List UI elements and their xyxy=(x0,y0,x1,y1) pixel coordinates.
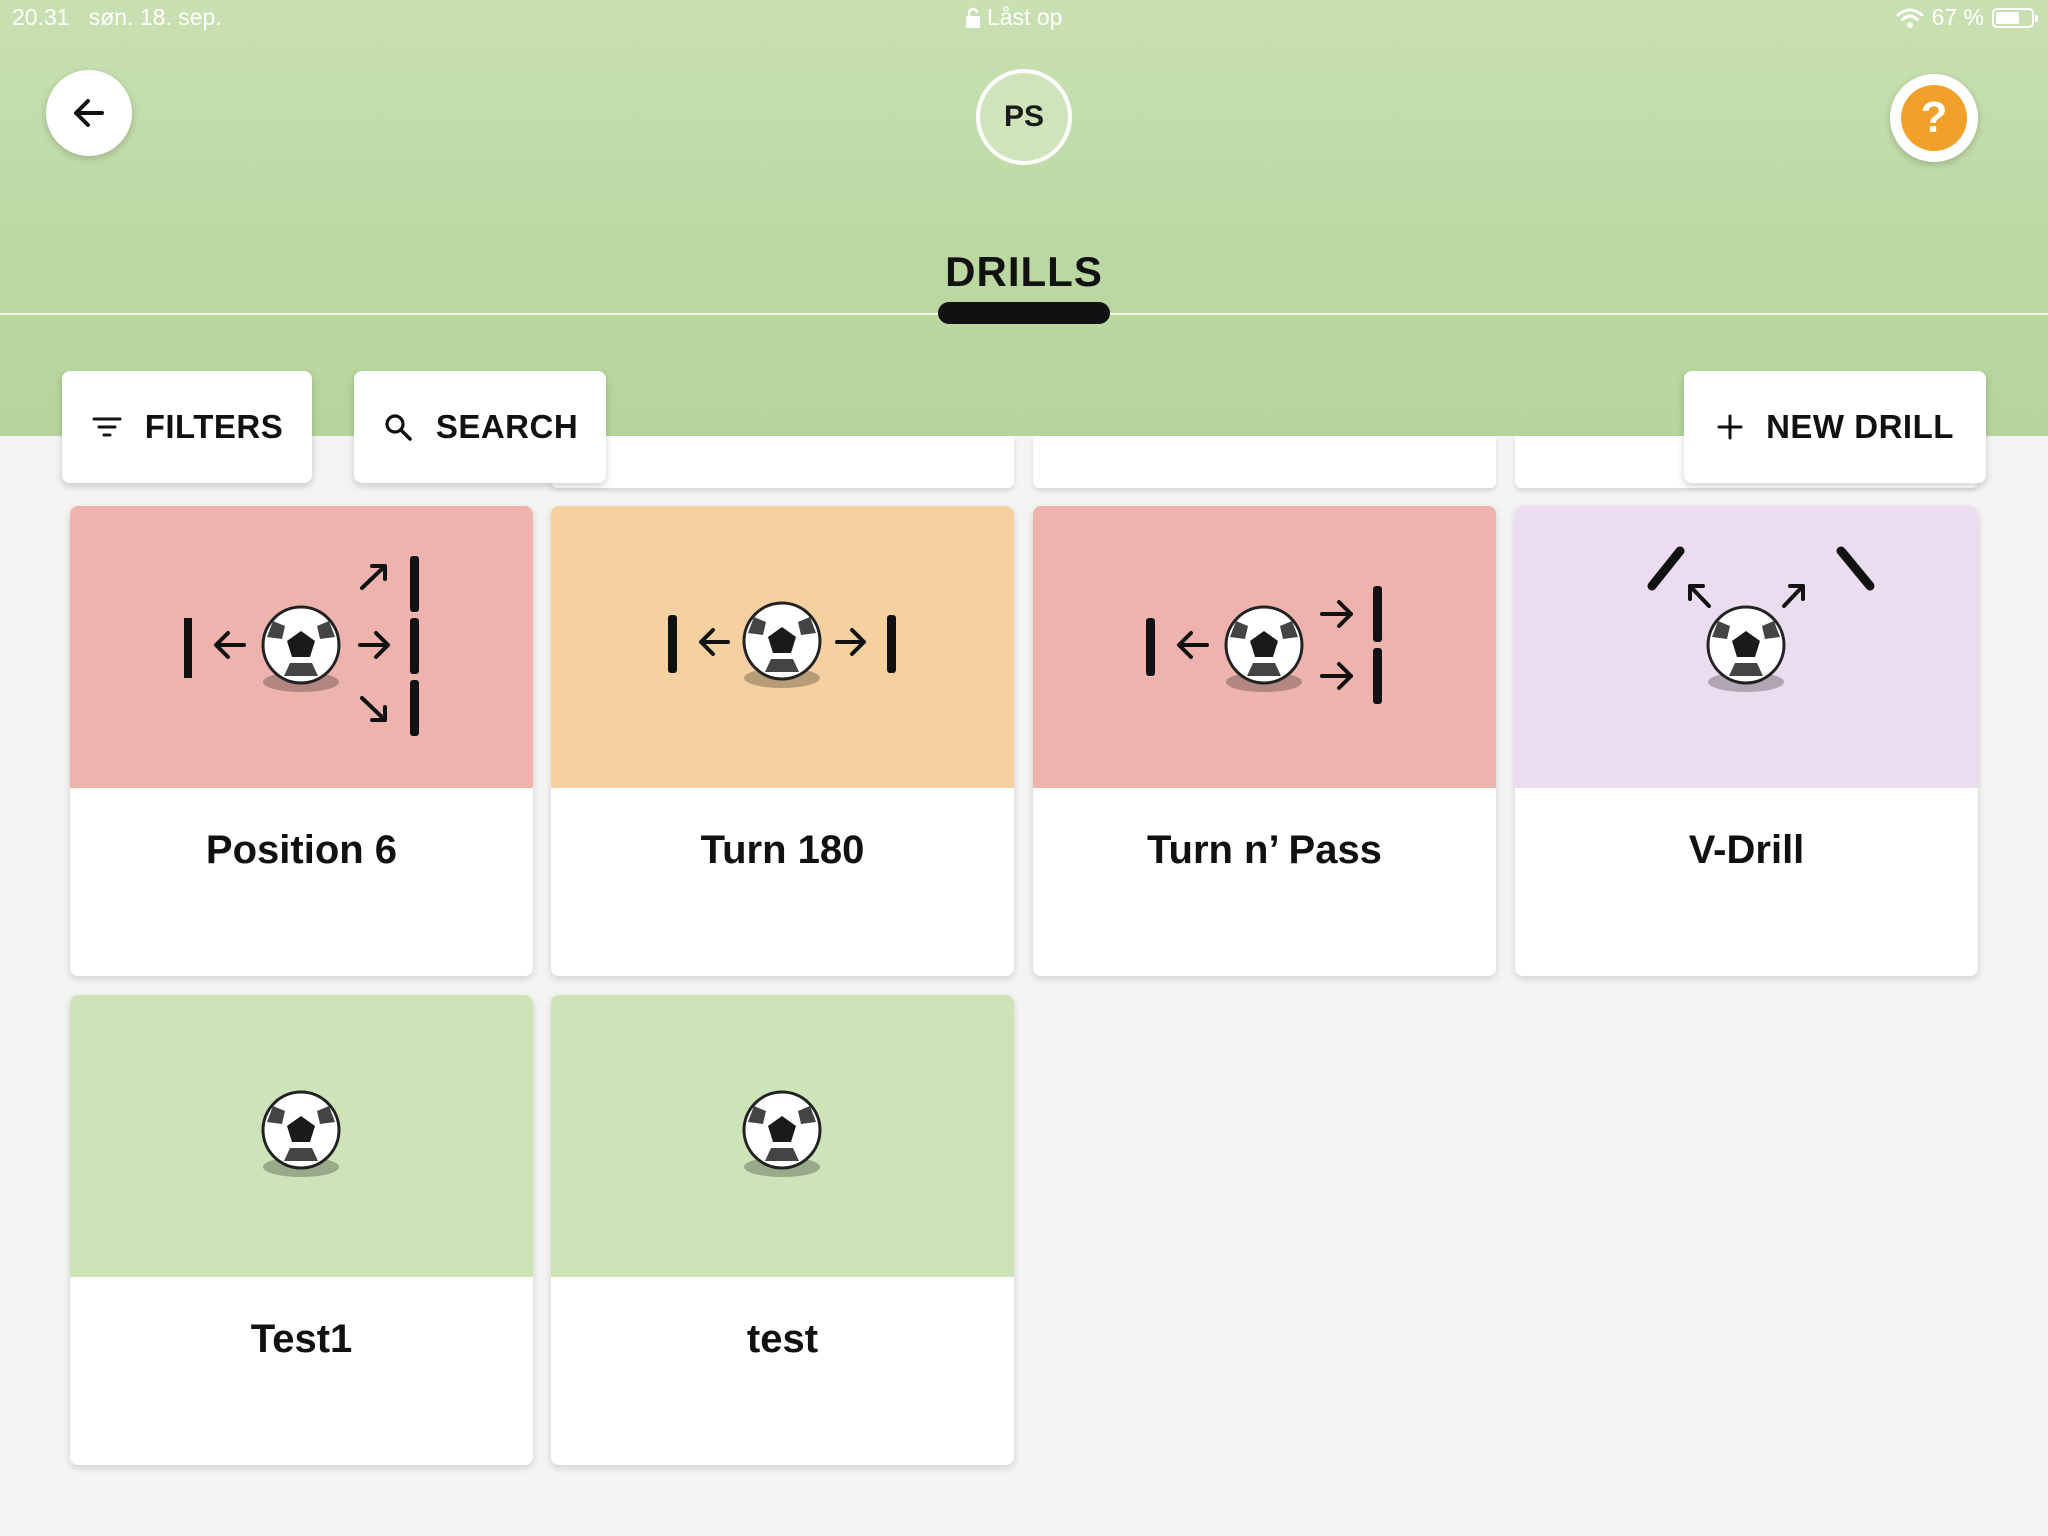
drill-title: Position 6 xyxy=(205,828,398,872)
tab-drills[interactable]: DRILLS xyxy=(0,248,2048,296)
search-button[interactable]: SEARCH xyxy=(354,371,606,483)
drill-diagram xyxy=(70,995,533,1277)
cone-bar xyxy=(410,618,419,674)
avatar-initials: PS xyxy=(1003,100,1045,133)
drill-diagram xyxy=(551,995,1014,1277)
soccer-ball-icon xyxy=(1224,605,1304,692)
filters-label: FILTERS xyxy=(144,408,284,445)
arrow-left-icon xyxy=(214,631,246,659)
drill-title: test xyxy=(746,1317,819,1361)
drill-title: Test1 xyxy=(250,1317,353,1361)
cone-bar xyxy=(668,615,677,673)
drill-card[interactable]: Test1 xyxy=(70,995,533,1465)
drill-card[interactable]: Turn n’ Pass xyxy=(1033,506,1496,976)
drill-card[interactable]: test xyxy=(551,995,1014,1465)
drill-card[interactable]: Turn 180 xyxy=(551,506,1014,976)
ball-only-diagram xyxy=(261,1090,341,1177)
drill-title: V-Drill xyxy=(1688,828,1805,872)
status-date: søn. 18. sep. xyxy=(88,4,222,30)
arrow-up-right-icon xyxy=(360,564,387,590)
status-time: 20.31 xyxy=(12,4,70,30)
status-lock: Låst op xyxy=(965,4,1062,31)
ball-only-diagram xyxy=(742,1090,822,1177)
turn-n-pass-diagram xyxy=(1146,586,1382,704)
drill-diagram xyxy=(551,506,1014,788)
back-button[interactable] xyxy=(46,70,132,156)
drill-diagram xyxy=(1033,506,1496,788)
search-label: SEARCH xyxy=(435,408,579,445)
drill-title: Turn 180 xyxy=(700,828,865,872)
drill-diagram xyxy=(1515,506,1978,788)
new-drill-label: NEW DRILL xyxy=(1766,408,1954,445)
new-drill-button[interactable]: NEW DRILL xyxy=(1684,371,1986,483)
cone-bar xyxy=(1836,546,1875,591)
help-icon: ? xyxy=(1901,85,1967,151)
soccer-ball-icon xyxy=(742,1090,822,1177)
plus-icon xyxy=(1717,414,1743,440)
lock-icon xyxy=(966,7,980,28)
soccer-ball-icon xyxy=(261,605,341,692)
soccer-ball-icon xyxy=(1706,605,1786,692)
cone-bar xyxy=(1373,586,1382,642)
cone-bar xyxy=(1647,546,1685,591)
battery-level xyxy=(1996,11,2019,24)
arrow-left-icon xyxy=(1177,631,1209,659)
status-right: 67 % xyxy=(1896,4,2038,31)
arrow-up-right-icon xyxy=(1782,584,1805,608)
soccer-ball-icon xyxy=(261,1090,341,1177)
help-label: ? xyxy=(1920,93,1948,142)
cone-bar xyxy=(184,618,192,678)
drill-card[interactable]: V-Drill xyxy=(1515,506,1978,976)
battery-percent: 67 % xyxy=(1931,4,1984,30)
avatar[interactable]: PS xyxy=(976,69,1072,165)
drill-diagram xyxy=(70,506,533,788)
drill-card[interactable]: Position 6 xyxy=(70,506,533,976)
tab-active-indicator xyxy=(938,302,1110,324)
filter-icon xyxy=(92,417,122,437)
app-screen: 20.31 søn. 18. sep. Låst op 67 % PS ? DR… xyxy=(0,0,2048,1536)
lock-label: Låst op xyxy=(987,4,1063,30)
search-icon xyxy=(385,414,412,441)
status-time-date: 20.31 søn. 18. sep. xyxy=(12,4,222,31)
arrow-right-icon xyxy=(358,631,390,659)
arrow-left-icon xyxy=(699,628,730,656)
cone-bar xyxy=(410,556,419,612)
filters-button[interactable]: FILTERS xyxy=(62,371,312,483)
v-drill-diagram xyxy=(1647,546,1875,692)
battery-icon xyxy=(1992,7,2038,28)
arrow-right-icon xyxy=(1320,600,1353,628)
arrow-up-left-icon xyxy=(1688,584,1711,608)
wifi-icon xyxy=(1896,8,1924,28)
soccer-ball-icon xyxy=(742,601,822,688)
partially-hidden-card[interactable] xyxy=(551,436,1014,488)
turn-180-diagram xyxy=(668,601,896,688)
cone-bar xyxy=(887,615,896,673)
arrow-left-icon xyxy=(74,99,104,127)
arrow-down-right-icon xyxy=(360,696,387,722)
drill-title: Turn n’ Pass xyxy=(1147,828,1382,872)
arrow-right-icon xyxy=(835,628,866,656)
cone-bar xyxy=(410,680,419,736)
partially-hidden-card[interactable] xyxy=(1033,436,1496,488)
arrow-right-icon xyxy=(1320,662,1353,690)
position-6-diagram xyxy=(184,556,419,736)
cone-bar xyxy=(1373,648,1382,704)
help-button[interactable]: ? xyxy=(1890,74,1978,162)
cone-bar xyxy=(1146,618,1155,676)
